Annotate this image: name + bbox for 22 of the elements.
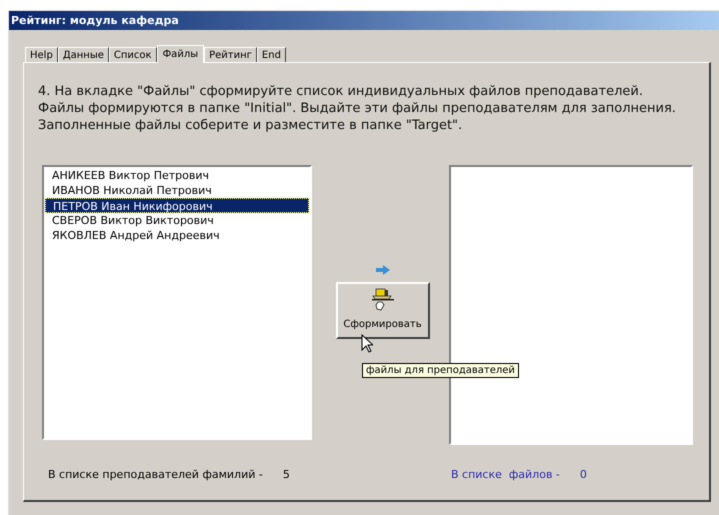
list-item[interactable]: ИВАНОВ Николай Петрович (45, 183, 309, 198)
teacher-count-label: В списке преподавателей фамилий - (48, 467, 263, 483)
list-item[interactable]: ПЕТРОВ Иван Никифорович (45, 198, 309, 213)
list-item[interactable]: ЯКОВЛЕВ Андрей Андреевич (45, 228, 309, 243)
generate-button[interactable]: Сформировать (336, 282, 430, 339)
arrow-right-icon (376, 265, 390, 275)
tab[interactable]: Данные (58, 47, 109, 62)
tab[interactable]: End (256, 47, 286, 62)
tooltip: файлы для преподавателей (362, 363, 519, 378)
teacher-count-value: 5 (282, 467, 290, 483)
list-item[interactable]: СВЕРОВ Виктор Викторович (45, 213, 309, 228)
tab[interactable]: Help (25, 47, 58, 62)
tab[interactable]: Файлы (156, 45, 204, 63)
window-title: Рейтинг: модуль кафедра (9, 11, 719, 30)
tab[interactable]: Рейтинг (204, 47, 257, 62)
instructions-text: 4. На вкладке "Файлы" сформируйте список индивидуальных файлов преподавателей. Файлы формируются в папке "Initial". Выдайте эти файлы преподавателям для заполнения. Заполненные файлы соберите и разместите в папке "Target". (38, 83, 677, 134)
list-item[interactable]: АНИКЕЕВ Виктор Петрович (45, 168, 309, 183)
file-count-value: 0 (580, 467, 587, 483)
mouse-cursor-icon (361, 334, 373, 353)
file-count-label: В списке файлов - (451, 467, 560, 483)
tab[interactable]: Список (108, 47, 157, 62)
document-tray-icon (370, 287, 396, 313)
